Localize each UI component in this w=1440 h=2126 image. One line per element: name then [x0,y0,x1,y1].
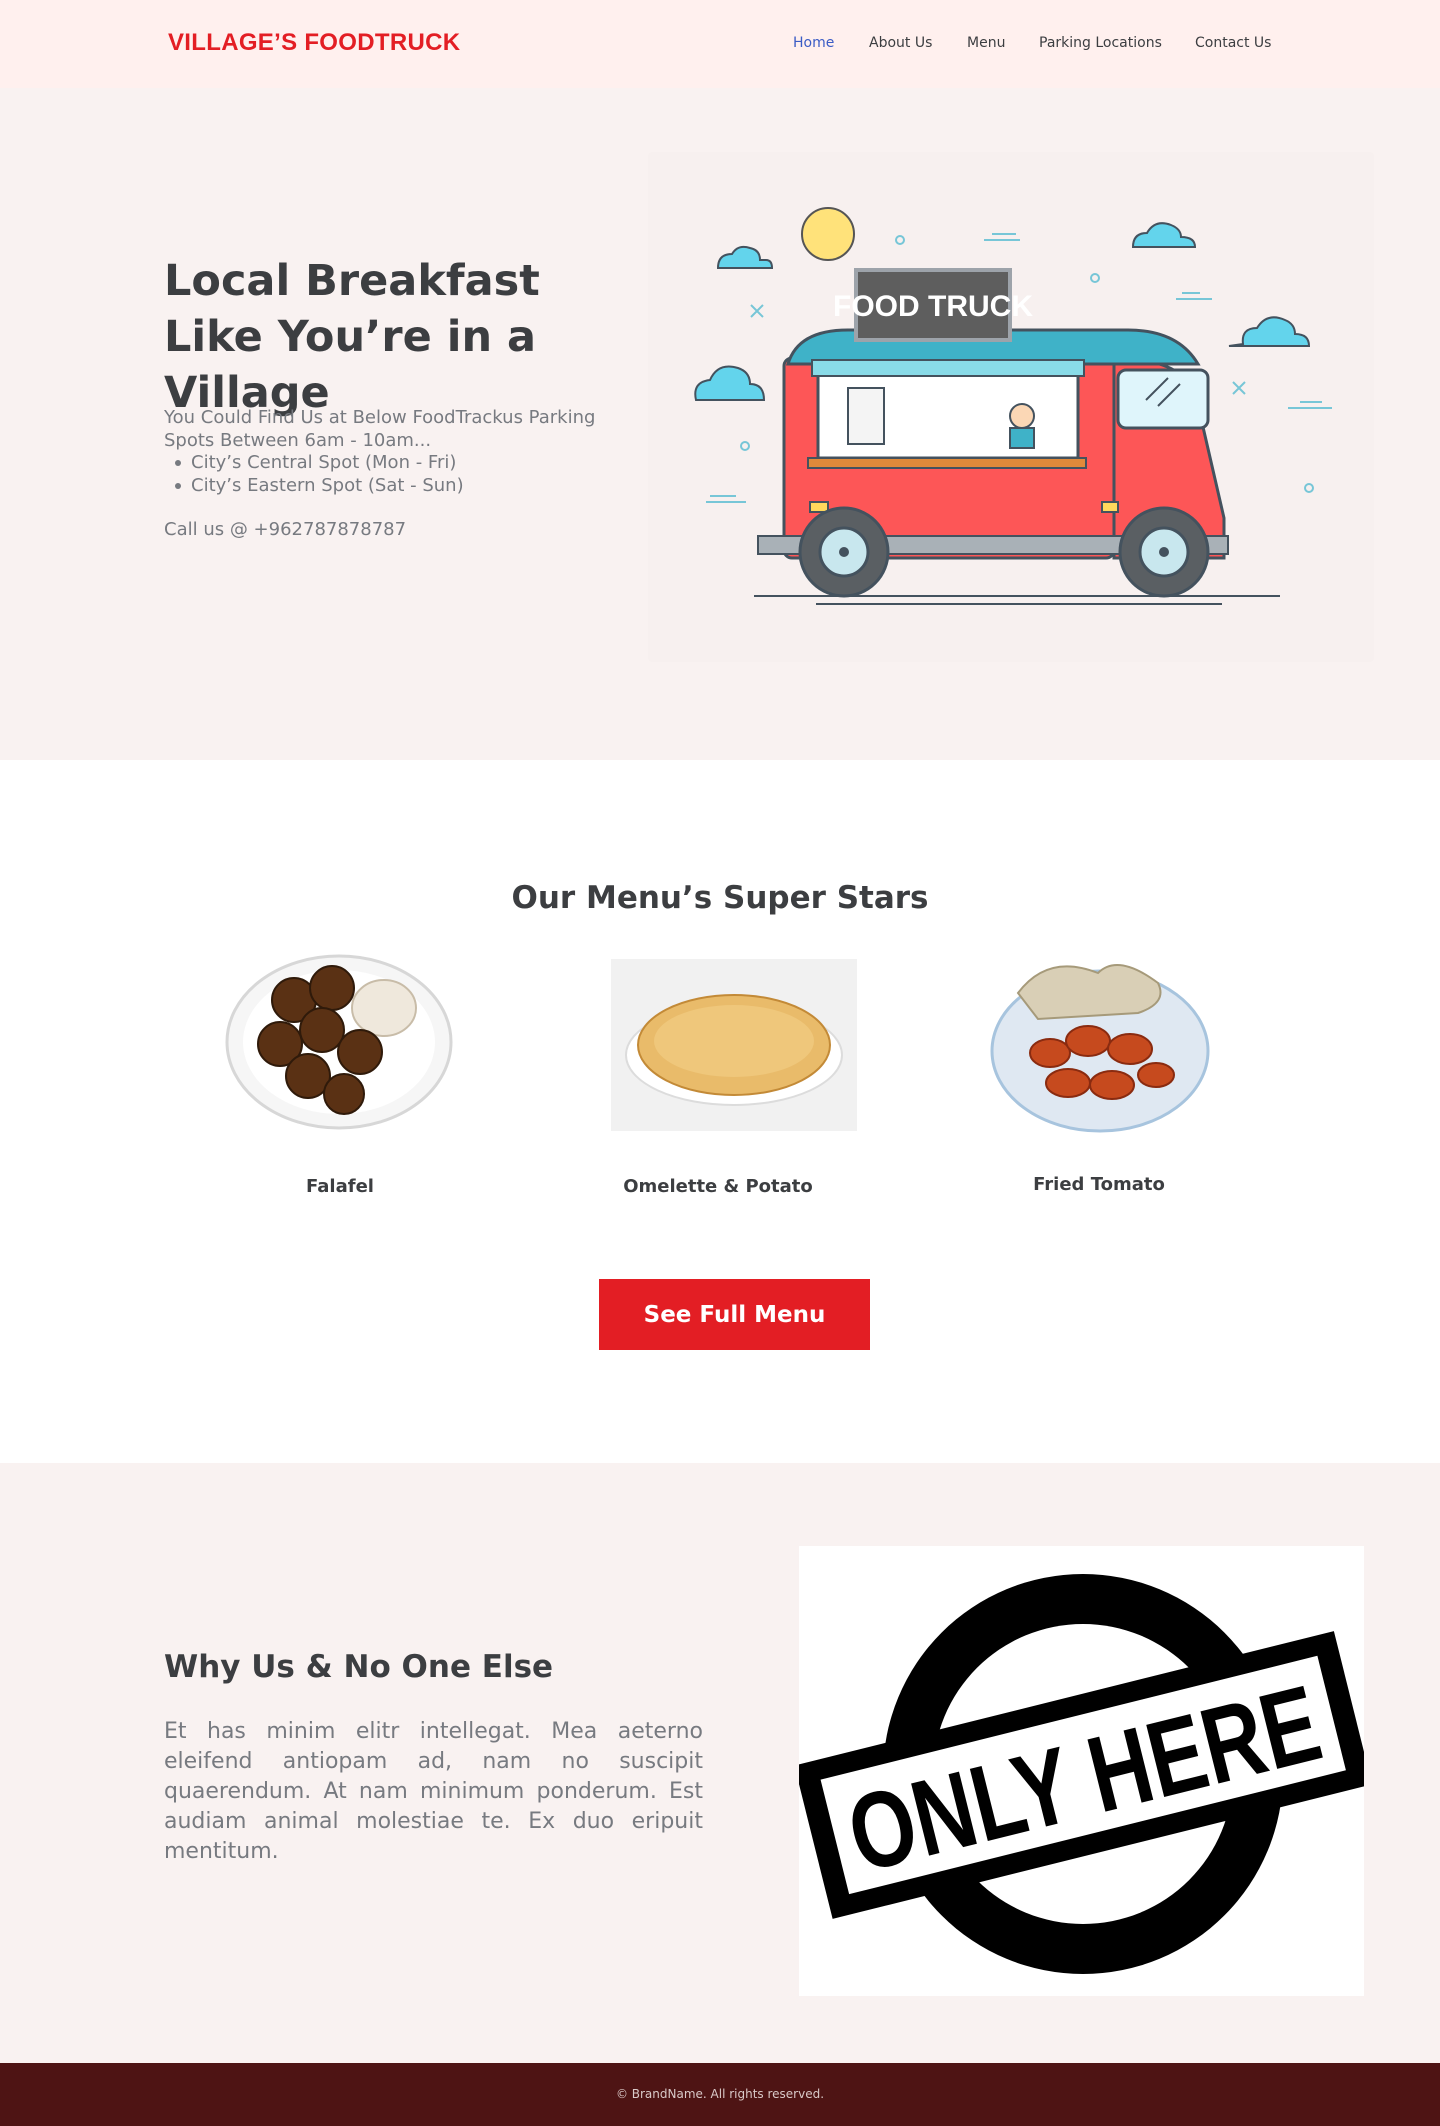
fried-tomato-image [990,964,1210,1133]
parking-spot-item: City’s Central Spot (Mon - Fri) [172,451,464,474]
why-us-text: Et has minim elitr intellegat. Mea aeter… [164,1719,703,1864]
food-truck-illustration: FOOD TRUCK [648,152,1374,662]
falafel-image [225,954,453,1130]
footer: © BrandName. All rights reserved. [0,2063,1440,2126]
hero-intro: You Could Find Us at Below FoodTrackus P… [164,407,596,451]
menu-section: Our Menu’s Super Stars Falafel Omelette … [0,760,1440,1463]
call-us-text: Call us @ +962787878787 [164,519,407,540]
parking-spot-item: City’s Eastern Spot (Sat - Sun) [172,474,464,497]
parking-spots-list: City’s Central Spot (Mon - Fri) City’s E… [172,451,464,497]
menu-item-name: Omelette & Potato [623,1176,813,1197]
why-us-section: Why Us & No One Else Et has minim elitr … [0,1463,1440,2063]
why-us-title: Why Us & No One Else [164,1649,554,1685]
menu-item-name: Falafel [306,1176,374,1197]
truck-sign-text: FOOD TRUCK [833,290,1033,323]
hero-section: Local Breakfast Like You’re in a Village… [0,88,1440,760]
copyright-text: © BrandName. All rights reserved. [615,2087,825,2101]
cook-icon [1009,403,1035,429]
nav-about-us[interactable]: About Us [869,35,932,51]
wheel-icon [798,506,890,598]
brand-logo[interactable]: VILLAGE’S FOODTRUCK [168,29,460,57]
nav-menu[interactable]: Menu [967,35,1005,51]
hero-title: Local Breakfast Like You’re in a Village [164,256,540,418]
sun-icon [801,207,855,261]
see-full-menu-button[interactable]: See Full Menu [599,1279,870,1350]
omelette-image [611,959,857,1131]
wheel-icon [1118,506,1210,598]
only-here-stamp-image: ONLY HERE [794,1546,1373,1996]
navbar: VILLAGE’S FOODTRUCK Home About Us Menu P… [0,0,1440,88]
menu-item-name: Fried Tomato [1033,1174,1165,1195]
nav-contact-us[interactable]: Contact Us [1195,35,1271,51]
nav-home[interactable]: Home [793,35,834,51]
menu-section-title: Our Menu’s Super Stars [511,880,929,916]
nav-parking-locations[interactable]: Parking Locations [1039,35,1162,51]
